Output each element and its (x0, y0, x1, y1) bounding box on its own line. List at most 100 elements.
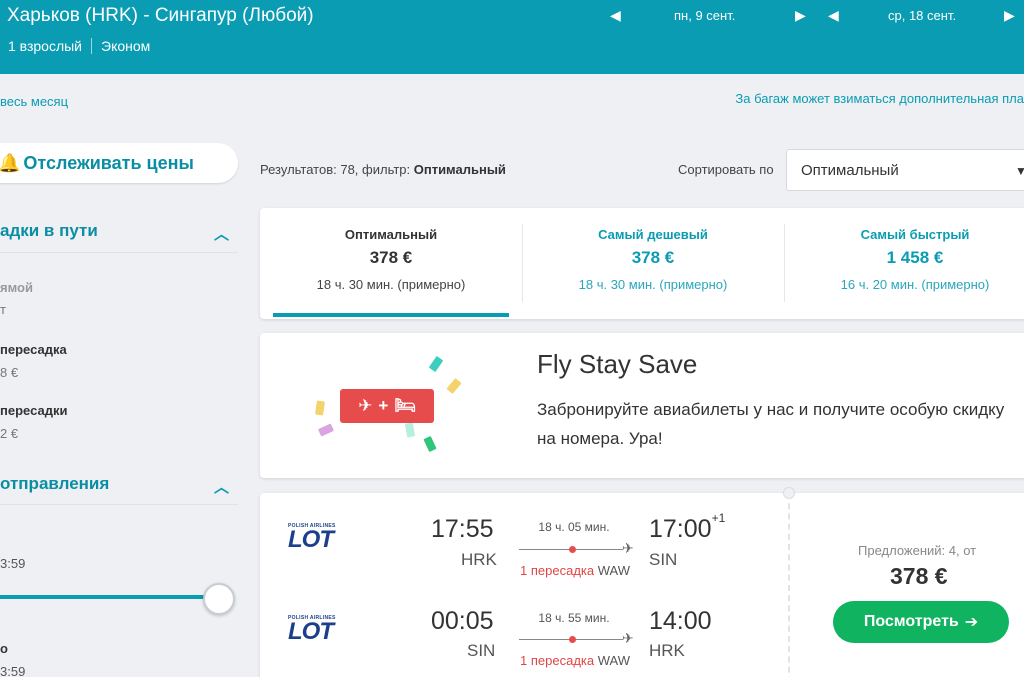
departure-airport: HRK (461, 550, 497, 569)
sort-select[interactable]: Оптимальный ▼ (786, 149, 1024, 191)
return-date[interactable]: ср, 18 сент. (888, 8, 956, 23)
confetti-decoration (404, 422, 416, 438)
departure-time-slider-track[interactable] (0, 595, 212, 599)
divider (788, 493, 790, 677)
baggage-fee-link[interactable]: За багаж может взиматься дополнительная … (735, 91, 1024, 106)
passenger-info[interactable]: 1 взрослый Эконом (8, 38, 150, 54)
confetti-decoration (315, 400, 325, 416)
results-summary: Результатов: 78, фильтр: Оптимальный (260, 162, 506, 177)
active-tab-indicator (273, 313, 509, 317)
departure-time-range: 3:59 (0, 556, 26, 571)
tab-title: Самый дешевый (598, 227, 708, 242)
arrow-right-icon: ➔ (964, 614, 979, 631)
tab-optimal[interactable]: Оптимальный 378 € 18 ч. 30 мин. (примерн… (260, 208, 522, 319)
divider (91, 38, 92, 54)
view-deal-label: Посмотреть (863, 613, 959, 630)
next-day-indicator: +1 (711, 511, 726, 525)
stop-airport: WAW (597, 563, 630, 578)
tab-fastest[interactable]: Самый быстрый 1 458 € 16 ч. 20 мин. (при… (784, 208, 1024, 319)
plane-icon: ✈ (358, 396, 373, 415)
stop-marker (569, 636, 576, 643)
arrival-airport: SIN (649, 550, 678, 569)
tab-duration: 16 ч. 20 мин. (примерно) (840, 277, 990, 292)
stops-info: 1 пересадка WAW (505, 653, 645, 668)
flight-price: 378 € (890, 563, 948, 589)
depart-date[interactable]: пн, 9 сент. (674, 8, 735, 23)
stops-count: 1 пересадка (520, 563, 595, 578)
arrival-time: 17:00+1 (649, 511, 725, 544)
whole-month-link[interactable]: весь месяц (0, 94, 68, 109)
confetti-decoration (317, 423, 335, 437)
arrival-time-value: 17:00 (649, 515, 712, 543)
stop-airport: WAW (597, 653, 630, 668)
tab-price: 1 458 € (886, 248, 944, 267)
departure-time-slider-handle[interactable] (203, 583, 235, 615)
next-depart-date-icon[interactable]: ▶ (795, 7, 806, 24)
flight-result-card[interactable]: POLISH AIRLINES LOT 17:55 HRK 18 ч. 05 м… (260, 487, 1024, 677)
tab-title: Оптимальный (344, 227, 438, 242)
return-time-label: о (0, 641, 8, 656)
sort-label: Сортировать по (678, 162, 774, 177)
stops-option-two[interactable]: пересадки (0, 403, 67, 418)
ticket-notch (783, 487, 795, 499)
stop-marker (569, 546, 576, 553)
arrival-airport: HRK (649, 641, 685, 660)
caret-down-icon: ▼ (1015, 164, 1024, 178)
stops-option-direct[interactable]: ямой (0, 280, 33, 295)
passengers-count[interactable]: 1 взрослый (8, 38, 82, 54)
chevron-up-icon[interactable]: ︿ (214, 223, 229, 244)
confetti-decoration (423, 435, 437, 453)
tab-duration: 18 ч. 30 мин. (примерно) (316, 277, 466, 292)
offers-count: Предложений: 4, от (858, 543, 977, 558)
route-title[interactable]: Харьков (HRK) - Сингапур (Любой) (7, 5, 314, 27)
stops-option-one[interactable]: пересадка (0, 342, 67, 357)
results-count: Результатов: 78, фильтр: (260, 162, 414, 177)
results-filter: Оптимальный (413, 162, 506, 177)
track-prices-label: Отслеживать цены (23, 152, 194, 173)
tab-duration: 18 ч. 30 мин. (примерно) (578, 277, 728, 292)
prev-return-date-icon[interactable]: ◀ (828, 7, 839, 24)
divider (0, 252, 238, 253)
airline-logo: POLISH AIRLINES LOT (288, 615, 348, 645)
stops-filter-title[interactable]: адки в пути (0, 221, 98, 241)
tab-cheapest[interactable]: Самый дешевый 378 € 18 ч. 30 мин. (приме… (522, 208, 784, 319)
confetti-decoration (446, 378, 462, 394)
prev-depart-date-icon[interactable]: ◀ (610, 7, 621, 24)
plane-icon: ✈ (622, 540, 634, 556)
chevron-up-icon[interactable]: ︿ (214, 476, 229, 497)
cabin-class[interactable]: Эконом (101, 38, 150, 54)
departure-airport: SIN (467, 641, 496, 660)
promo-text: Забронируйте авиабилеты у нас и получите… (537, 400, 1005, 448)
stops-info: 1 пересадка WAW (505, 563, 645, 578)
fly-stay-badge: ✈ + 🛏 (340, 389, 434, 423)
next-return-date-icon[interactable]: ▶ (1004, 7, 1015, 24)
view-deal-button[interactable]: Посмотреть ➔ (833, 601, 1009, 643)
stops-option-direct-price: т (0, 302, 6, 317)
airline-logo: POLISH AIRLINES LOT (288, 523, 348, 553)
flight-duration: 18 ч. 55 мин. (538, 611, 610, 625)
tab-price: 378 € (369, 248, 413, 267)
promo-banner[interactable]: ✈ + 🛏 Fly Stay Save Забронируйте авиабил… (260, 333, 1024, 478)
tab-price: 378 € (631, 248, 675, 267)
bell-icon: 🔔 (0, 152, 21, 173)
airline-name: LOT (288, 618, 334, 645)
airline-name: LOT (288, 526, 334, 553)
flight-duration: 18 ч. 05 мин. (538, 520, 610, 534)
promo-title: Fly Stay Save (537, 349, 698, 379)
departure-time: 00:05 (431, 607, 494, 635)
plane-icon: ✈ (622, 630, 634, 646)
stops-option-two-price: 2 € (0, 426, 19, 441)
divider (0, 504, 238, 505)
return-time-range: 3:59 (0, 664, 26, 677)
stops-option-one-price: 8 € (0, 365, 19, 380)
tab-title: Самый быстрый (860, 227, 970, 242)
track-prices-button[interactable]: 🔔 Отслеживать цены (0, 143, 238, 183)
confetti-decoration (428, 355, 444, 373)
arrival-time: 14:00 (649, 607, 712, 635)
bed-icon: 🛏 (394, 396, 416, 415)
sort-tabs: Оптимальный 378 € 18 ч. 30 мин. (примерн… (260, 208, 1024, 319)
sort-value: Оптимальный (801, 161, 899, 179)
departure-time-filter-title[interactable]: отправления (0, 474, 109, 494)
departure-time: 17:55 (431, 515, 494, 543)
plus-sign: + (378, 396, 389, 415)
